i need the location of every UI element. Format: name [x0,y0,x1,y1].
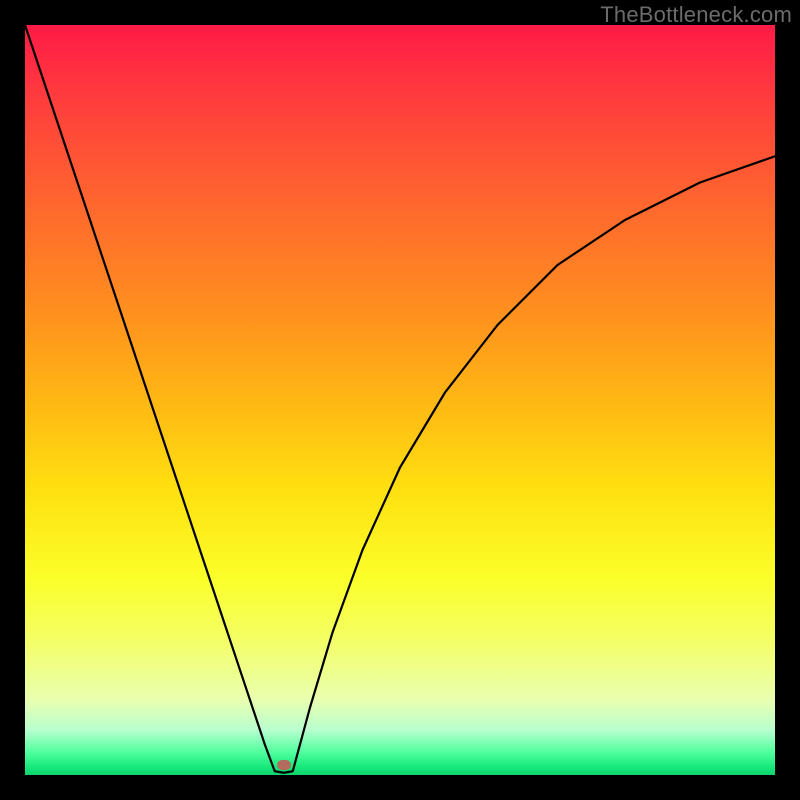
curve-layer [25,25,775,775]
watermark-text: TheBottleneck.com [600,2,792,28]
chart-frame: TheBottleneck.com [0,0,800,800]
bottleneck-curve [25,25,775,773]
optimal-marker [277,760,291,770]
